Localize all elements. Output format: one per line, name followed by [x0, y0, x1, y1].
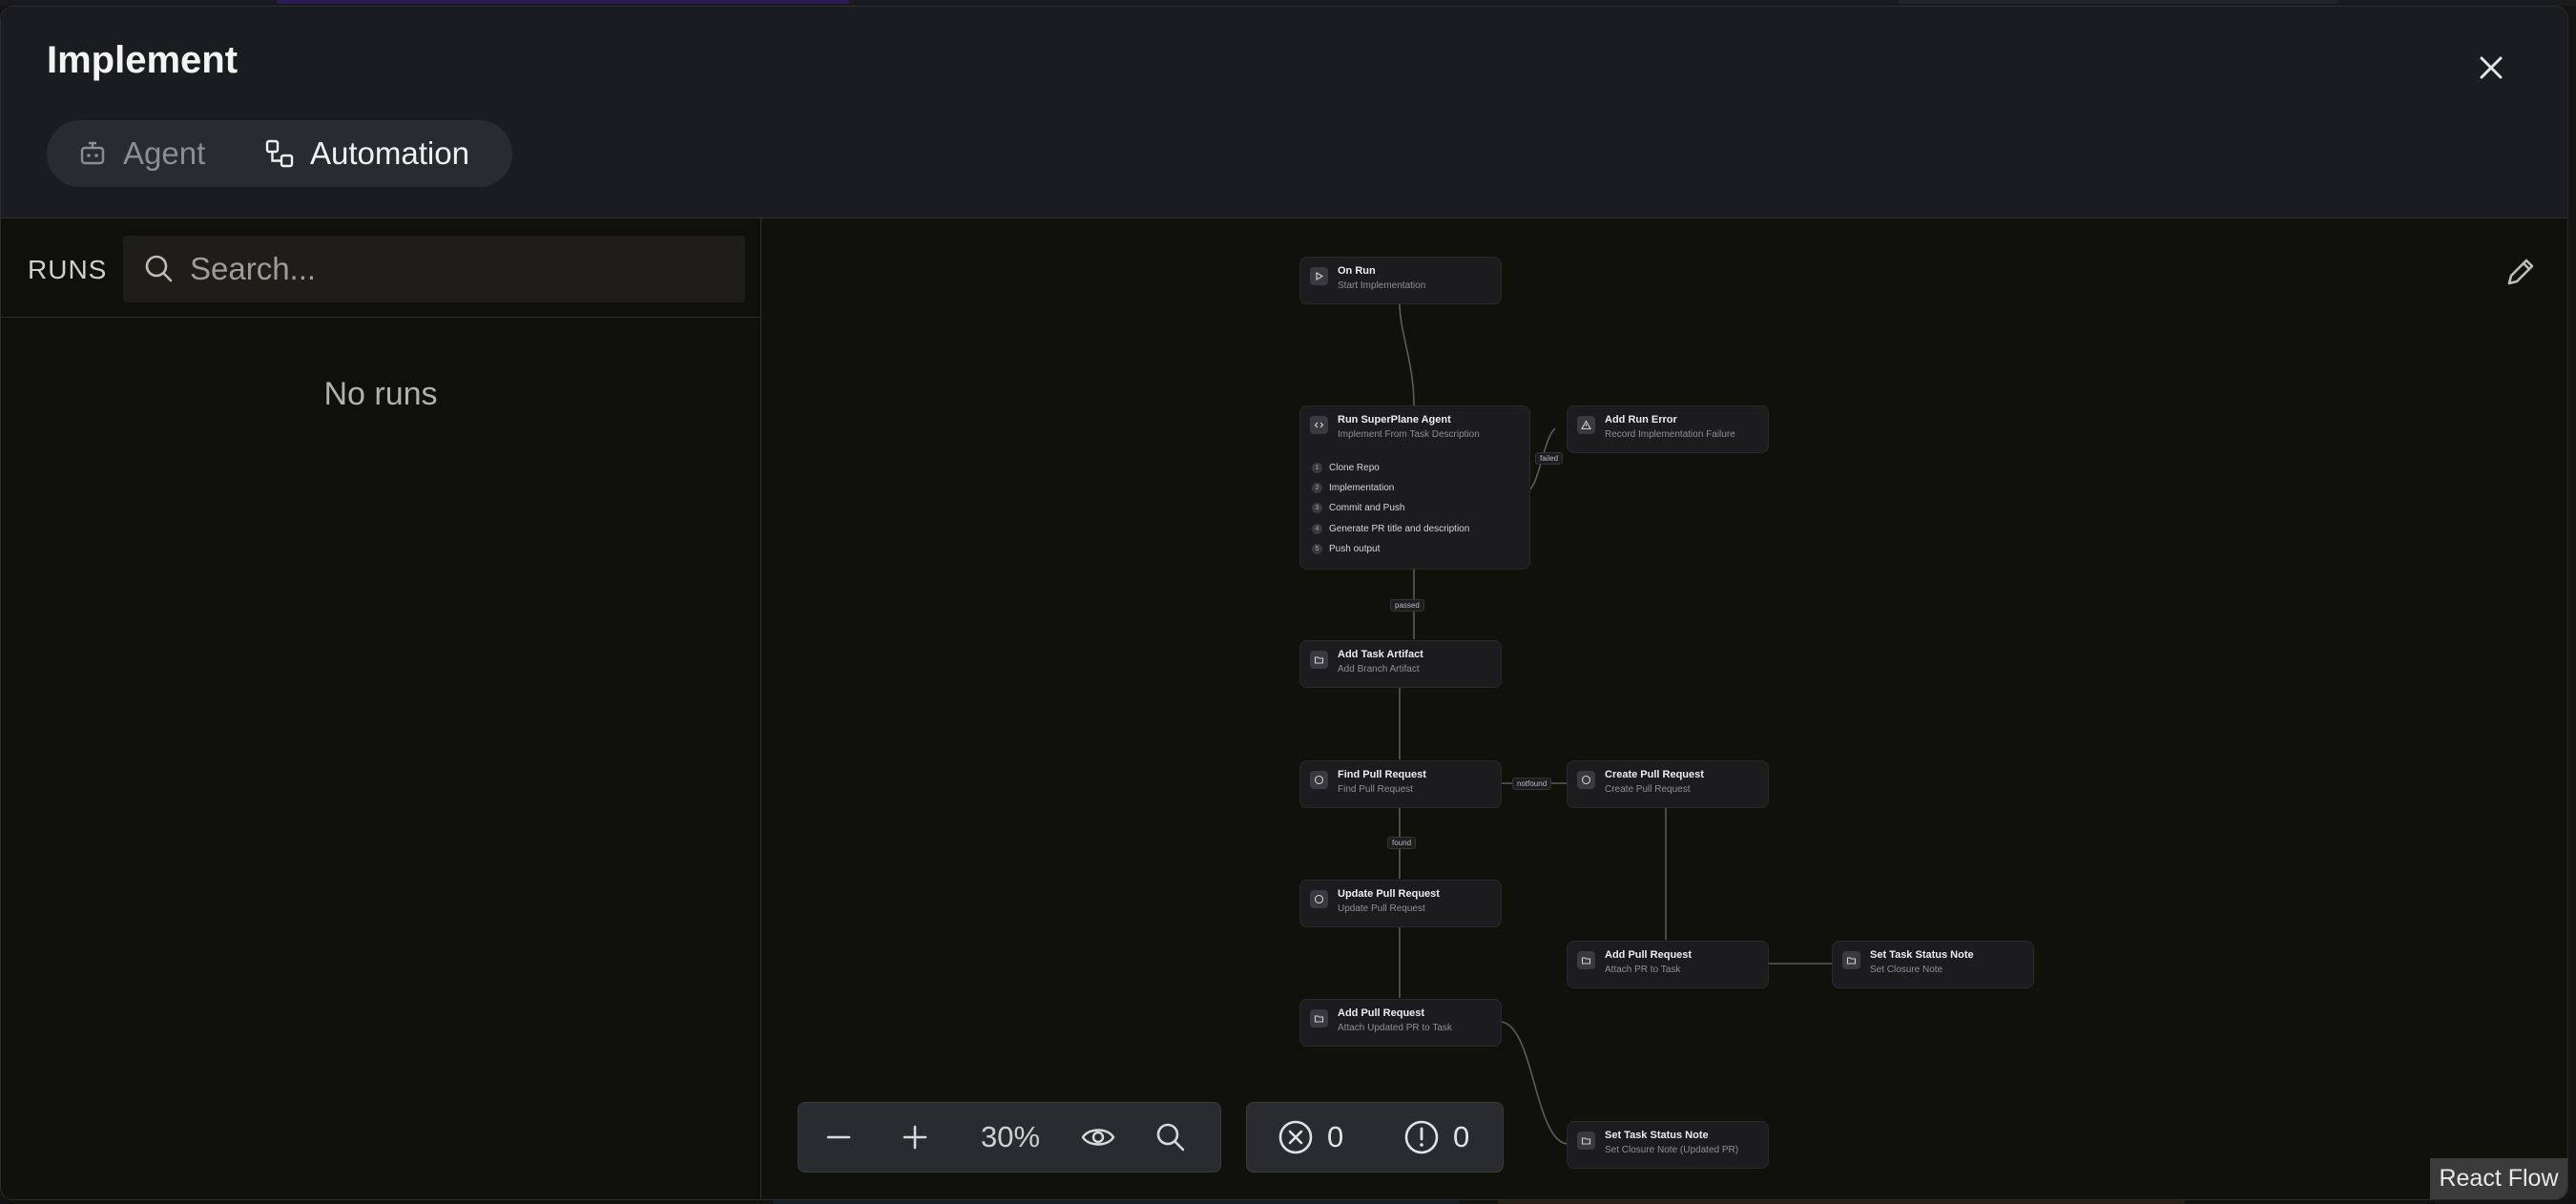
errors-count-value: 0 — [1327, 1120, 1344, 1153]
tab-automation[interactable]: Automation — [264, 120, 469, 187]
node-on-run[interactable]: On Run Start Implementation — [1299, 257, 1502, 304]
view-toggle-button[interactable] — [1075, 1103, 1121, 1172]
folder-icon — [1577, 951, 1595, 969]
alert-circle-icon — [1404, 1120, 1439, 1154]
agent-step: 4 Generate PR title and description — [1312, 521, 1469, 536]
warnings-count-value: 0 — [1453, 1120, 1470, 1153]
empty-runs-message: No runs — [323, 376, 438, 412]
react-flow-attribution[interactable]: React Flow — [2430, 1158, 2567, 1199]
eye-icon — [1081, 1129, 1115, 1146]
tab-agent-label: Agent — [123, 135, 206, 171]
x-circle-icon — [1278, 1120, 1313, 1154]
edge-label-found: found — [1387, 837, 1417, 849]
node-set-task-status-updated[interactable]: Set Task Status Note Set Closure Note (U… — [1567, 1121, 1769, 1169]
node-title: Add Task Artifact — [1338, 649, 1423, 660]
node-update-pull-request[interactable]: Update Pull Request Update Pull Request — [1299, 880, 1502, 927]
workflow-icon — [265, 139, 294, 168]
node-add-run-error[interactable]: Add Run Error Record Implementation Fail… — [1567, 405, 1769, 453]
tab-agent[interactable]: Agent — [77, 120, 205, 187]
runs-search[interactable] — [123, 236, 745, 302]
validation-status: 0 0 — [1246, 1102, 1504, 1173]
edge-label-failed: failed — [1535, 452, 1564, 465]
minus-icon — [826, 1135, 851, 1139]
node-title: Add Run Error — [1605, 414, 1677, 426]
node-title: Create Pull Request — [1605, 769, 1704, 780]
node-title: Find Pull Request — [1338, 769, 1426, 780]
close-button[interactable] — [2472, 49, 2510, 87]
node-subtitle: Start Implementation — [1338, 280, 1426, 291]
folder-icon — [1577, 1131, 1595, 1150]
agent-step: 2 Implementation — [1312, 480, 1394, 495]
runs-header: RUNS — [1, 218, 760, 318]
edge-label-notfound: notfound — [1512, 778, 1552, 790]
play-icon — [1310, 267, 1328, 285]
folder-icon — [1310, 651, 1328, 669]
robot-icon — [80, 141, 105, 165]
code-icon — [1310, 416, 1328, 434]
node-title: Add Pull Request — [1338, 1007, 1425, 1019]
canvas-search-button[interactable] — [1148, 1103, 1194, 1172]
folder-icon — [1310, 1009, 1328, 1028]
node-title: Add Pull Request — [1605, 949, 1693, 961]
node-title: Set Task Status Note — [1605, 1130, 1709, 1141]
node-run-superplane-agent[interactable]: Run SuperPlane Agent Implement From Task… — [1299, 405, 1530, 570]
node-subtitle: Attach Updated PR to Task — [1338, 1023, 1452, 1033]
modal-title: Implement — [47, 39, 239, 81]
folder-icon — [1842, 951, 1860, 969]
node-find-pull-request[interactable]: Find Pull Request Find Pull Request — [1299, 760, 1502, 808]
github-icon — [1310, 890, 1328, 908]
errors-count[interactable]: 0 — [1278, 1103, 1343, 1172]
node-title: Run SuperPlane Agent — [1338, 414, 1451, 426]
runs-label: RUNS — [28, 255, 108, 284]
node-subtitle: Set Closure Note (Updated PR) — [1605, 1145, 1739, 1155]
flow-edges — [1399, 302, 1839, 1145]
node-title: Set Task Status Note — [1870, 949, 1974, 961]
edge-label-passed: passed — [1390, 599, 1424, 612]
workflow-canvas[interactable]: failed passed notfound found On Run Star… — [761, 218, 2567, 1199]
node-title: On Run — [1338, 265, 1376, 277]
node-subtitle: Add Branch Artifact — [1338, 664, 1420, 675]
agent-step: 1 Clone Repo — [1312, 460, 1380, 475]
zoom-level: 30% — [980, 1120, 1041, 1153]
agent-step: 5 Push output — [1312, 541, 1380, 556]
warning-icon — [1577, 416, 1595, 434]
node-create-pull-request[interactable]: Create Pull Request Create Pull Request — [1567, 760, 1769, 808]
mode-tabs: Agent Automation — [47, 120, 512, 187]
github-icon — [1310, 771, 1328, 789]
node-subtitle: Set Closure Note — [1870, 965, 1943, 975]
close-icon — [2480, 56, 2503, 79]
node-title: Update Pull Request — [1338, 888, 1440, 900]
agent-step: 3 Commit and Push — [1312, 500, 1404, 515]
node-add-pull-request-updated[interactable]: Add Pull Request Attach Updated PR to Ta… — [1299, 999, 1502, 1047]
node-add-pull-request-attach[interactable]: Add Pull Request Attach PR to Task — [1567, 941, 1769, 988]
modal-header: Implement Agent Automation — [1, 7, 2567, 218]
tab-automation-label: Automation — [310, 135, 469, 171]
search-icon — [145, 255, 173, 282]
node-subtitle: Create Pull Request — [1605, 784, 1691, 795]
plus-icon — [903, 1125, 927, 1150]
warnings-count[interactable]: 0 — [1403, 1103, 1469, 1172]
canvas-controls: 30% — [798, 1102, 1221, 1173]
implement-modal: Implement Agent Automation RUNS No runs — [0, 6, 2568, 1200]
zoom-out-button[interactable] — [816, 1103, 862, 1172]
zoom-in-button[interactable] — [892, 1103, 938, 1172]
node-subtitle: Record Implementation Failure — [1605, 429, 1735, 440]
search-input[interactable] — [188, 243, 726, 295]
node-set-task-status-closure[interactable]: Set Task Status Note Set Closure Note — [1832, 941, 2034, 988]
runs-panel: RUNS No runs — [1, 218, 761, 1199]
github-icon — [1577, 771, 1595, 789]
node-subtitle: Attach PR to Task — [1605, 965, 1681, 975]
node-subtitle: Implement From Task Description — [1338, 429, 1480, 440]
search-icon — [1156, 1123, 1185, 1152]
node-subtitle: Find Pull Request — [1338, 784, 1413, 795]
node-subtitle: Update Pull Request — [1338, 903, 1425, 914]
node-add-task-artifact[interactable]: Add Task Artifact Add Branch Artifact — [1299, 640, 1502, 688]
